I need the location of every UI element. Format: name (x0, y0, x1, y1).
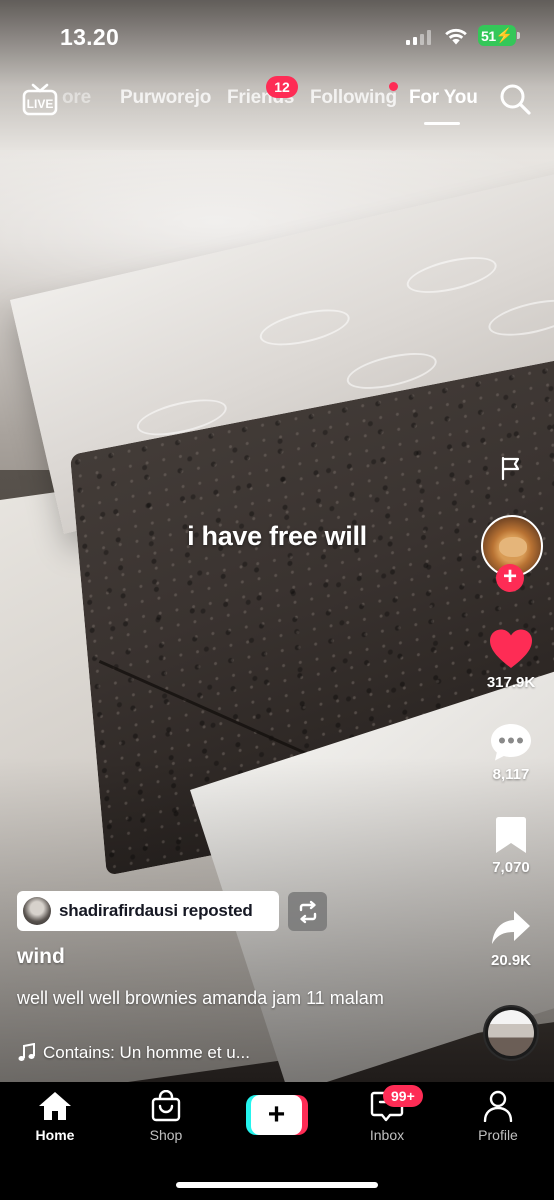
tab-explore[interactable]: ore (62, 87, 91, 109)
profile-icon (483, 1090, 513, 1122)
top-navigation: LIVE ore Purworejo Friends 12 Following … (0, 76, 554, 130)
follow-plus-button[interactable]: + (496, 564, 524, 592)
inbox-badge: 99+ (383, 1085, 423, 1107)
save-button[interactable]: 7,070 (478, 815, 544, 876)
repost-text: shadirafirdausi reposted (59, 901, 253, 920)
music-note-icon (18, 1043, 35, 1061)
bookmark-icon (496, 817, 526, 853)
video-overlay-text: i have free will (187, 521, 367, 551)
repost-label[interactable]: shadirafirdausi reposted (17, 891, 279, 931)
author-username[interactable]: wind (17, 945, 65, 969)
cat-avatar-image (499, 537, 527, 557)
reposter-avatar (23, 897, 51, 925)
live-button[interactable]: LIVE (22, 82, 58, 118)
clock: 13.20 (60, 24, 120, 50)
battery-indicator: 51 ⚡ (478, 25, 520, 46)
live-tv-icon: LIVE (22, 83, 58, 116)
tab-profile-label: Profile (478, 1127, 518, 1143)
music-title: Contains: Un homme et u... (43, 1043, 250, 1062)
status-bar: 13.20 51 ⚡ (0, 0, 554, 70)
tab-home-label: Home (35, 1127, 75, 1143)
save-count: 7,070 (492, 859, 530, 876)
music-disc[interactable] (483, 1005, 539, 1061)
charging-bolt-icon: ⚡ (495, 27, 514, 43)
comment-bubble-icon (491, 724, 531, 761)
wifi-icon (445, 28, 467, 45)
cellular-signal-icon (406, 30, 431, 45)
comment-count: 8,117 (492, 766, 530, 783)
create-button[interactable]: + (246, 1095, 308, 1135)
heart-icon (490, 629, 532, 668)
shopping-bag-icon (151, 1090, 181, 1122)
music-info[interactable]: Contains: Un homme et u... (17, 1043, 250, 1063)
live-label: LIVE (27, 97, 54, 111)
plus-icon: + (251, 1095, 302, 1135)
tab-purworejo[interactable]: Purworejo (120, 87, 211, 109)
like-button[interactable]: 317.9K (478, 628, 544, 691)
following-dot-badge (389, 82, 398, 91)
tab-shop-label: Shop (149, 1127, 183, 1143)
comment-button[interactable]: 8,117 (478, 722, 544, 783)
tab-inbox-label: Inbox (369, 1127, 405, 1143)
repost-button[interactable] (288, 892, 327, 931)
active-tab-indicator (424, 122, 460, 125)
home-icon (39, 1092, 71, 1120)
music-cover-image (488, 1010, 534, 1056)
battery-level: 51 (480, 27, 496, 44)
bottom-tab-bar: Home Shop + Inbox 99+ Profile (0, 1082, 554, 1200)
share-button[interactable]: 20.9K (478, 908, 544, 969)
share-arrow-icon (492, 911, 530, 944)
repost-icon (299, 900, 316, 923)
home-indicator (176, 1182, 378, 1188)
tab-profile[interactable]: Profile (453, 1090, 543, 1143)
post-caption[interactable]: well well well brownies amanda jam 11 ma… (17, 986, 437, 1010)
search-icon[interactable] (498, 82, 532, 116)
friends-badge: 12 (266, 76, 298, 98)
tab-for-you[interactable]: For You (409, 87, 478, 109)
tab-following[interactable]: Following (310, 87, 397, 109)
share-count: 20.9K (490, 952, 532, 969)
flag-icon[interactable] (498, 455, 524, 481)
tab-home[interactable]: Home (10, 1090, 100, 1143)
like-count: 317.9K (486, 674, 536, 691)
tab-shop[interactable]: Shop (121, 1090, 211, 1143)
